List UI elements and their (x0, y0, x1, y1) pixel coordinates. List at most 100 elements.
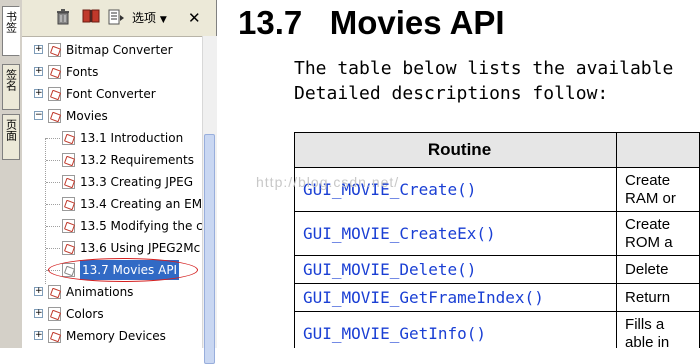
table-header-row: Routine (293, 132, 700, 168)
tree-item[interactable]: + Bitmap Converter (22, 40, 202, 60)
tree-item[interactable]: + Fonts (22, 62, 202, 82)
tree-item-label: Bitmap Converter (66, 43, 173, 57)
tree-item-label: 13.2 Requirements (80, 153, 194, 167)
tree-item[interactable]: − Movies (22, 106, 202, 126)
scrollbar-thumb[interactable] (204, 134, 215, 364)
pdf-bookmark-icon (48, 329, 61, 343)
pdf-bookmark-icon (62, 241, 75, 255)
table-row: GUI_MOVIE_Delete() Delete (293, 255, 700, 284)
trash-icon (57, 9, 69, 25)
bookmark-tree: + Bitmap Converter + Fonts + Font Converter − M… (22, 36, 202, 348)
description-column-header (616, 132, 700, 168)
description-line: Return (625, 288, 671, 306)
expand-icon[interactable]: + (34, 331, 43, 340)
document-page: 13.7 Movies API The table below lists th… (218, 0, 700, 348)
routine-link[interactable]: GUI_MOVIE_Delete() (293, 255, 618, 284)
tree-item-label: Movies (66, 109, 108, 123)
tree-branch-line (46, 248, 60, 249)
tree-subitem[interactable]: 13.5 Modifying the c (22, 216, 202, 236)
routine-link[interactable]: GUI_MOVIE_GetInfo() (293, 311, 618, 348)
expand-icon[interactable]: + (34, 287, 43, 296)
pdf-bookmark-icon (48, 43, 61, 57)
tree-branch-line (46, 226, 60, 227)
tree-subitem[interactable]: 13.4 Creating an EM (22, 194, 202, 214)
table-row: GUI_MOVIE_CreateEx() Create ROM a (293, 211, 700, 256)
close-icon: ✕ (188, 9, 201, 27)
close-panel-button[interactable]: ✕ (188, 9, 201, 27)
expand-icon[interactable]: + (34, 89, 43, 98)
pdf-bookmark-icon (48, 307, 61, 321)
tab-signatures[interactable]: 签名 (2, 64, 20, 110)
bookmarks-toolbar: 选项 ▼ ✕ (22, 0, 216, 37)
routine-table: Routine GUI_MOVIE_Create() Create RAM or GU… (293, 132, 700, 349)
pdf-bookmark-icon (62, 219, 75, 233)
description-line: Create (625, 215, 671, 233)
intro-line-2: Detailed descriptions follow: (294, 83, 609, 104)
tree-item-label: Fonts (66, 65, 99, 79)
description-line: ROM a (625, 233, 673, 251)
routine-link[interactable]: GUI_MOVIE_CreateEx() (293, 211, 618, 256)
side-tab-strip: 书签 签名 页面 (0, 0, 23, 348)
tree-branch-line (46, 138, 60, 139)
book-icon (82, 9, 100, 23)
pdf-bookmark-icon (48, 285, 61, 299)
section-heading: 13.7 Movies API (238, 4, 505, 42)
routine-description: Return (616, 283, 700, 312)
description-line: Fills a (625, 315, 665, 333)
options-menu-label: 选项 (132, 11, 157, 25)
tree-branch-line (46, 182, 60, 183)
tree-item-label: Memory Devices (66, 329, 166, 343)
tree-item[interactable]: + Font Converter (22, 84, 202, 104)
tree-item-label: 13.5 Modifying the c (80, 219, 202, 233)
tree-item-label: Colors (66, 307, 104, 321)
description-line: Create (625, 171, 671, 189)
pdf-bookmark-icon (48, 109, 61, 123)
intro-line-1: The table below lists the available (294, 58, 674, 79)
tab-bookmarks[interactable]: 书签 (2, 6, 20, 56)
tree-item-label: 13.6 Using JPEG2Mc (80, 241, 201, 255)
tree-scrollbar[interactable] (202, 36, 217, 364)
description-line: RAM or (625, 189, 676, 207)
tree-subitem[interactable]: 13.2 Requirements (22, 150, 202, 170)
pdf-bookmark-icon (62, 197, 75, 211)
options-menu[interactable]: 选项 ▼ (132, 9, 167, 27)
routine-description: Create ROM a (616, 211, 700, 256)
tree-subitem[interactable]: 13.6 Using JPEG2Mc (22, 238, 202, 258)
delete-bookmark-button[interactable] (56, 9, 70, 27)
tree-branch-line (46, 204, 60, 205)
tree-subitem[interactable]: 13.3 Creating JPEG (22, 172, 202, 192)
routine-column-header: Routine (293, 132, 618, 168)
collapse-icon[interactable]: − (34, 111, 43, 120)
tree-item[interactable]: + Colors (22, 304, 202, 324)
expand-icon[interactable]: + (34, 67, 43, 76)
tree-item-label: 13.4 Creating an EM (80, 197, 202, 211)
bookmark-properties-button[interactable] (108, 9, 124, 27)
expand-icon[interactable]: + (34, 309, 43, 318)
tab-bookmarks-label: 书签 (4, 11, 18, 33)
routine-link[interactable]: GUI_MOVIE_GetFrameIndex() (293, 283, 618, 312)
tree-item[interactable]: + Memory Devices (22, 326, 202, 346)
highlight-ellipse (48, 258, 198, 282)
pdf-bookmark-icon (48, 65, 61, 79)
description-line: able in (625, 333, 670, 349)
pdf-bookmark-icon (62, 131, 75, 145)
bookmarks-panel: 选项 ▼ ✕ + Bitmap Converter + Fonts + Font Conv… (22, 0, 217, 364)
tree-item-label: 13.3 Creating JPEG (80, 175, 194, 189)
pdf-bookmark-icon (62, 153, 75, 167)
tree-item-label: Animations (66, 285, 134, 299)
watermark: http://blog.csdn.net/ (256, 174, 400, 190)
table-row: GUI_MOVIE_GetFrameIndex() Return (293, 283, 700, 312)
pdf-bookmark-icon (62, 175, 75, 189)
new-bookmark-button[interactable] (82, 9, 100, 27)
routine-description: Delete (616, 255, 700, 284)
tab-pages[interactable]: 页面 (2, 114, 20, 160)
expand-icon[interactable]: + (34, 45, 43, 54)
routine-description: Fills a able in (616, 311, 700, 349)
routine-description: Create RAM or (616, 167, 700, 212)
description-line: Delete (625, 260, 669, 278)
tree-subitem[interactable]: 13.1 Introduction (22, 128, 202, 148)
properties-icon (108, 9, 124, 25)
chevron-down-icon: ▼ (159, 15, 167, 25)
tree-item[interactable]: + Animations (22, 282, 202, 302)
tab-signatures-label: 签名 (4, 69, 18, 91)
